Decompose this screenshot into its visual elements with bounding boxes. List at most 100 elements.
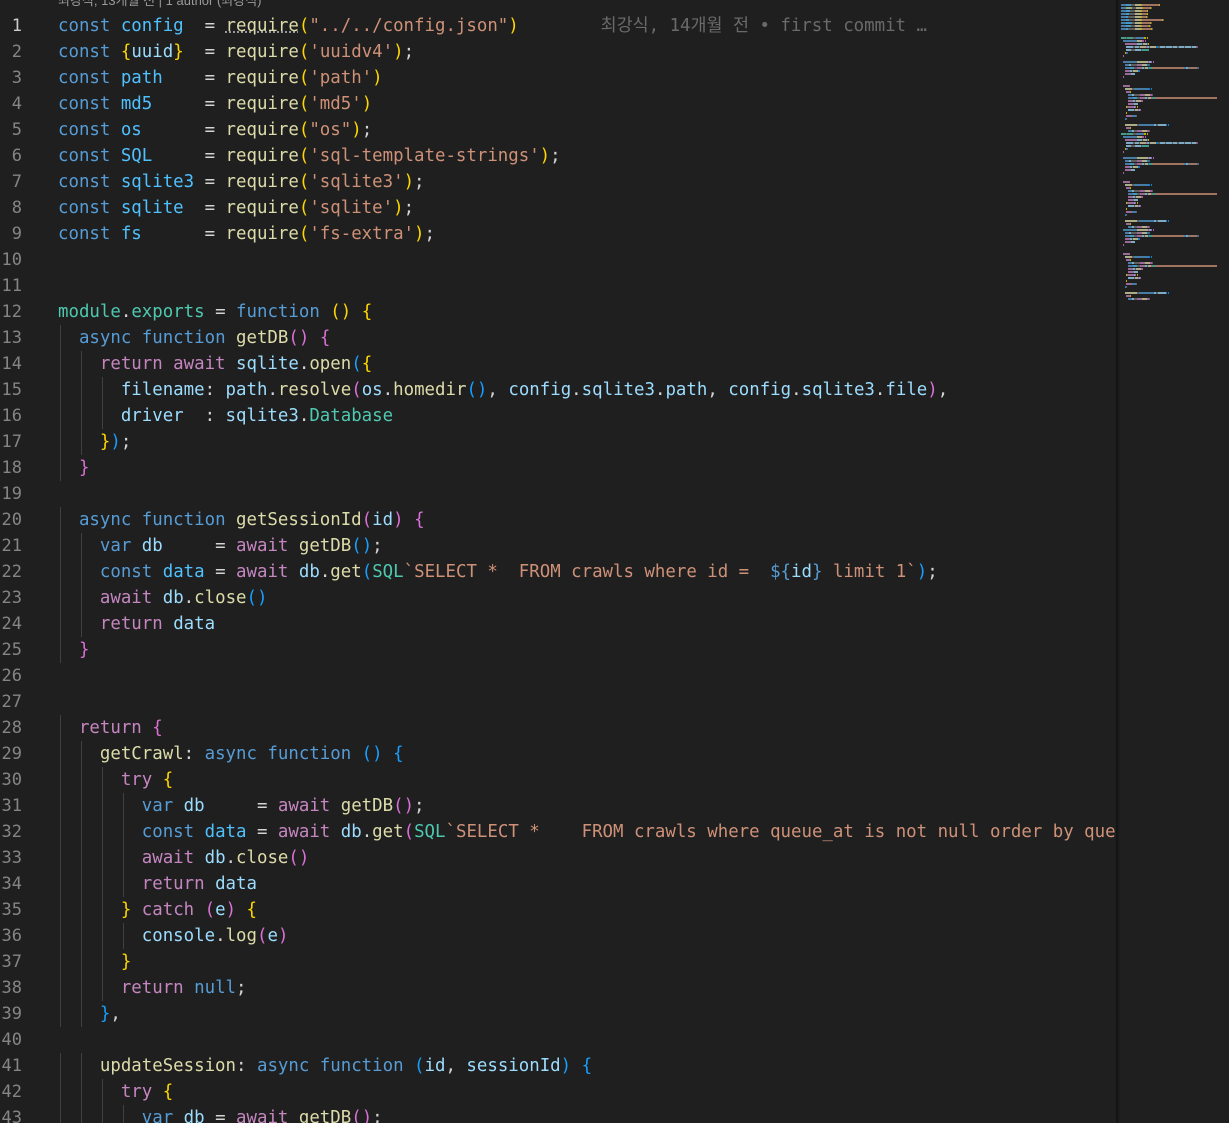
code-text[interactable]: } xyxy=(58,637,89,663)
code-text[interactable]: }, xyxy=(58,1001,121,1027)
editor-lines[interactable]: 1 const config = require("../../config.js… xyxy=(0,13,1168,1123)
code-text[interactable]: const {uuid} = require('uuidv4'); xyxy=(58,39,414,65)
code-text[interactable]: } xyxy=(58,455,89,481)
code-line[interactable]: 4 const md5 = require('md5') xyxy=(0,91,1116,117)
code-text[interactable]: getCrawl: async function () { xyxy=(58,741,404,767)
code-line[interactable]: 30 try { xyxy=(0,767,1116,793)
code-text[interactable]: const sqlite3 = require('sqlite3'); xyxy=(58,169,425,195)
code-text[interactable]: await db.close() xyxy=(58,845,310,871)
code-line[interactable]: 27 xyxy=(0,689,1116,715)
code-text[interactable]: filename: path.resolve(os.homedir(), con… xyxy=(58,377,948,403)
code-text[interactable]: const sqlite = require('sqlite'); xyxy=(58,195,414,221)
code-text[interactable]: try { xyxy=(58,1079,173,1105)
code-token: () xyxy=(361,744,383,764)
git-codelens[interactable]: 최강식, 13개월 전 | 1 author (최강식) xyxy=(58,0,262,8)
code-line[interactable]: 8 const sqlite = require('sqlite'); xyxy=(0,195,1116,221)
code-text[interactable]: async function getSessionId(id) { xyxy=(58,507,425,533)
code-text[interactable]: return { xyxy=(58,715,163,741)
code-line[interactable]: 12 module.exports = function () { xyxy=(0,299,1116,325)
code-line[interactable]: 37 } xyxy=(0,949,1116,975)
code-token: await xyxy=(141,848,205,868)
code-line[interactable]: 34 return data xyxy=(0,871,1116,897)
code-text[interactable]: return null; xyxy=(58,975,247,1001)
code-line[interactable]: 43 var db = await getDB(); xyxy=(0,1105,1116,1123)
code-line[interactable]: 17 }); xyxy=(0,429,1116,455)
code-line[interactable]: 3 const path = require('path') xyxy=(0,65,1116,91)
code-text[interactable]: const data = await db.get(SQL`SELECT * F… xyxy=(58,819,1168,845)
code-text[interactable]: const SQL = require('sql-template-string… xyxy=(58,143,561,169)
code-line[interactable]: 39 }, xyxy=(0,1001,1116,1027)
code-line[interactable]: 7 const sqlite3 = require('sqlite3'); xyxy=(0,169,1116,195)
code-text[interactable]: return data xyxy=(58,611,215,637)
code-line[interactable]: 19 xyxy=(0,481,1116,507)
code-line[interactable]: 6 const SQL = require('sql-template-strin… xyxy=(0,143,1116,169)
code-line[interactable]: 35 } catch (e) { xyxy=(0,897,1116,923)
code-line[interactable]: 15 filename: path.resolve(os.homedir(), … xyxy=(0,377,1116,403)
code-text[interactable]: var db = await getDB(); xyxy=(58,793,425,819)
code-token: . xyxy=(267,380,278,400)
code-text[interactable]: updateSession: async function (id, sessi… xyxy=(58,1053,592,1079)
code-text[interactable]: return data xyxy=(58,871,257,897)
code-text[interactable]: const fs = require('fs-extra'); xyxy=(58,221,435,247)
code-text[interactable]: driver : sqlite3.Database xyxy=(58,403,393,429)
code-text[interactable]: await db.close() xyxy=(58,585,268,611)
line-number: 16 xyxy=(1,406,22,426)
code-text[interactable]: const md5 = require('md5') xyxy=(58,91,372,117)
code-text[interactable]: async function getDB() { xyxy=(58,325,330,351)
code-line[interactable]: 32 const data = await db.get(SQL`SELECT … xyxy=(0,819,1168,845)
code-text[interactable]: const config = require("../../config.jso… xyxy=(58,13,927,39)
code-editor[interactable]: 최강식, 13개월 전 | 1 author (최강식) 1 const conf… xyxy=(0,0,1229,1123)
code-line[interactable]: 9 const fs = require('fs-extra'); xyxy=(0,221,1116,247)
code-text[interactable]: return await sqlite.open({ xyxy=(58,351,372,377)
code-token: . xyxy=(874,380,886,400)
code-text[interactable]: var db = await getDB(); xyxy=(58,533,383,559)
minimap-token xyxy=(1168,292,1169,294)
code-line[interactable]: 23 await db.close() xyxy=(0,585,1116,611)
code-line[interactable]: 26 xyxy=(0,663,1116,689)
code-line[interactable]: 10 xyxy=(0,247,1116,273)
code-line[interactable]: 28 return { xyxy=(0,715,1116,741)
code-line[interactable]: 13 async function getDB() { xyxy=(0,325,1116,351)
code-text[interactable]: module.exports = function () { xyxy=(58,299,372,325)
code-line[interactable]: 18 } xyxy=(0,455,1116,481)
code-line[interactable]: 1 const config = require("../../config.js… xyxy=(0,13,1116,39)
code-line[interactable]: 25 } xyxy=(0,637,1116,663)
minimap-token xyxy=(1126,280,1127,282)
code-line[interactable]: 11 xyxy=(0,273,1116,299)
code-text[interactable]: const path = require('path') xyxy=(58,65,383,91)
code-text[interactable]: const data = await db.get(SQL`SELECT * F… xyxy=(58,559,938,585)
code-line[interactable]: 31 var db = await getDB(); xyxy=(0,793,1116,819)
code-text[interactable]: var db = await getDB(); xyxy=(58,1105,383,1123)
code-line[interactable]: 29 getCrawl: async function () { xyxy=(0,741,1116,767)
code-text[interactable]: } xyxy=(58,949,131,975)
code-text[interactable]: try { xyxy=(58,767,173,793)
code-line[interactable]: 22 const data = await db.get(SQL`SELECT … xyxy=(0,559,1116,585)
code-line[interactable]: 14 return await sqlite.open({ xyxy=(0,351,1116,377)
code-text[interactable]: }); xyxy=(58,429,131,455)
code-text[interactable]: console.log(e) xyxy=(58,923,289,949)
code-line[interactable]: 16 driver : sqlite3.Database xyxy=(0,403,1116,429)
minimap[interactable] xyxy=(1116,0,1229,1123)
code-token: await xyxy=(236,562,299,582)
code-token: require xyxy=(225,172,299,192)
code-line[interactable]: 36 console.log(e) xyxy=(0,923,1116,949)
code-line[interactable]: 38 return null; xyxy=(0,975,1116,1001)
code-token: ) xyxy=(361,94,373,114)
code-line[interactable]: 2 const {uuid} = require('uuidv4'); xyxy=(0,39,1116,65)
code-line[interactable]: 21 var db = await getDB(); xyxy=(0,533,1116,559)
code-line[interactable]: 20 async function getSessionId(id) { xyxy=(0,507,1116,533)
code-line[interactable]: 33 await db.close() xyxy=(0,845,1116,871)
code-token: = xyxy=(152,94,226,114)
minimap-token xyxy=(1140,277,1141,279)
code-token: get xyxy=(372,822,404,842)
code-line[interactable]: 42 try { xyxy=(0,1079,1116,1105)
code-line[interactable]: 40 xyxy=(0,1027,1116,1053)
code-text[interactable]: const os = require("os"); xyxy=(58,117,372,143)
code-text[interactable]: } catch (e) { xyxy=(58,897,257,923)
code-token: , xyxy=(707,380,729,400)
code-line[interactable]: 5 const os = require("os"); xyxy=(0,117,1116,143)
code-line[interactable]: 24 return data xyxy=(0,611,1116,637)
code-line[interactable]: 41 updateSession: async function (id, se… xyxy=(0,1053,1116,1079)
